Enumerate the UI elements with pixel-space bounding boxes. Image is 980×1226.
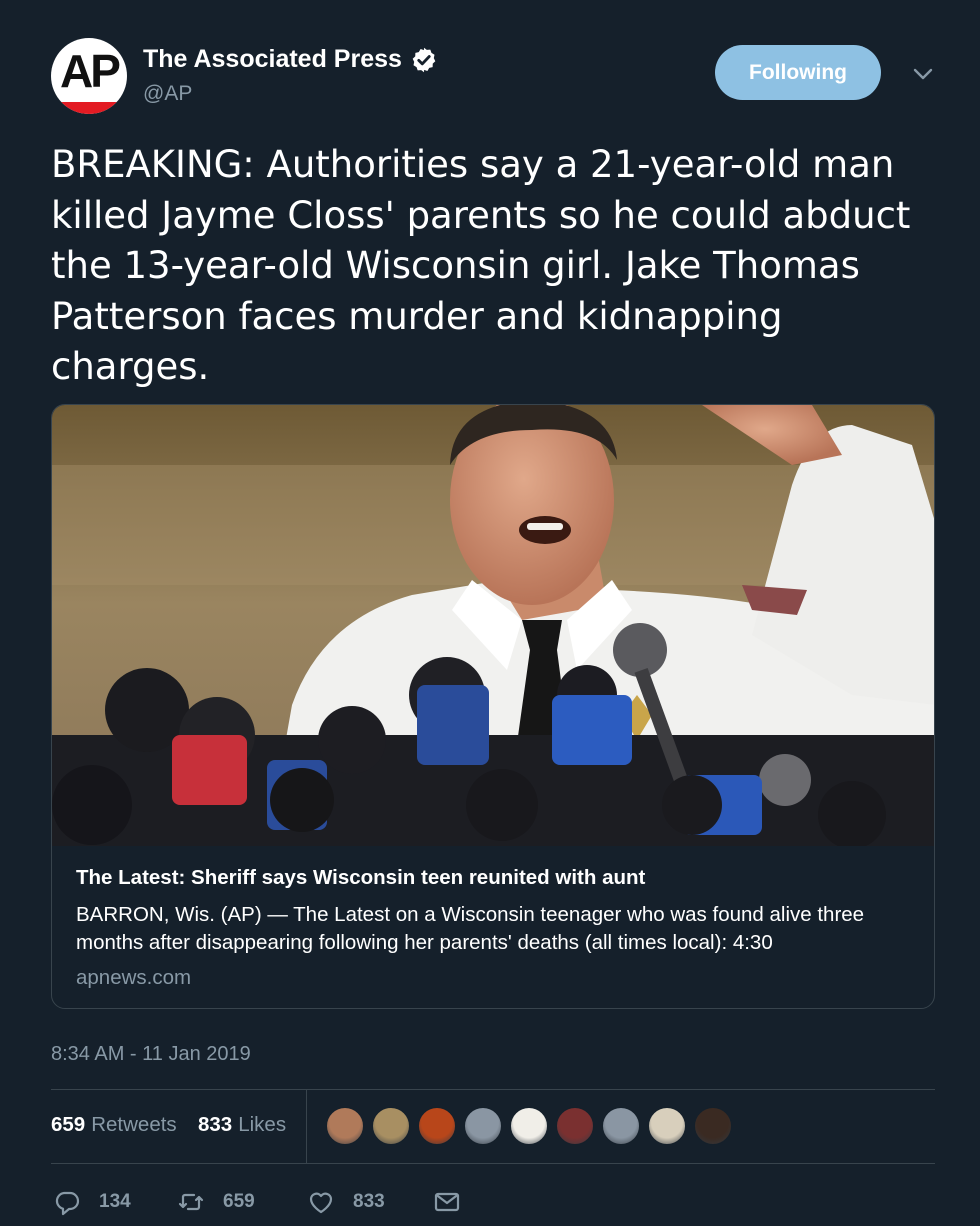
ap-logo: AP	[60, 45, 121, 97]
liker-avatar[interactable]	[418, 1107, 456, 1145]
stats-row: 659 Retweets 833 Likes	[51, 1090, 935, 1163]
author-display-name[interactable]: The Associated Press	[143, 45, 402, 74]
liker-avatar[interactable]	[556, 1107, 594, 1145]
card-title[interactable]: The Latest: Sheriff says Wisconsin teen …	[76, 866, 916, 890]
tweet: AP The Associated Press @AP Following BR…	[0, 0, 980, 1226]
like-button[interactable]: 833	[307, 1180, 385, 1224]
direct-message-button[interactable]	[433, 1180, 479, 1224]
ap-logo-red-bar	[51, 102, 127, 114]
retweets-label: Retweets	[91, 1113, 177, 1136]
tweet-text: BREAKING: Authorities say a 21-year-old …	[51, 143, 911, 388]
author-avatar[interactable]: AP	[51, 38, 127, 114]
stats-divider	[306, 1090, 307, 1163]
retweet-button[interactable]: 659	[177, 1180, 255, 1224]
liker-avatar[interactable]	[510, 1107, 548, 1145]
liker-avatar[interactable]	[372, 1107, 410, 1145]
chevron-down-icon[interactable]	[908, 62, 938, 86]
likes-label: Likes	[238, 1113, 287, 1136]
liker-avatar[interactable]	[648, 1107, 686, 1145]
card-domain: apnews.com	[76, 966, 192, 989]
liker-avatar[interactable]	[694, 1107, 732, 1145]
like-count: 833	[353, 1191, 385, 1212]
retweets-stat[interactable]: 659 Retweets	[51, 1113, 177, 1137]
author-handle[interactable]: @AP	[143, 82, 192, 106]
verified-badge-icon	[412, 47, 436, 72]
author-name-row[interactable]: The Associated Press	[143, 45, 438, 74]
liker-avatar[interactable]	[602, 1107, 640, 1145]
card-description: BARRON, Wis. (AP) — The Latest on a Wisc…	[76, 903, 865, 954]
card-image[interactable]	[52, 405, 935, 846]
reply-icon	[55, 1191, 80, 1216]
likes-stat[interactable]: 833 Likes	[198, 1113, 286, 1137]
reply-count: 134	[99, 1191, 131, 1212]
action-bar: 134 659 833	[51, 1180, 935, 1224]
reply-button[interactable]: 134	[53, 1180, 131, 1224]
retweets-count: 659	[51, 1113, 86, 1136]
likes-count: 833	[198, 1113, 233, 1136]
tweet-timestamp[interactable]: 8:34 AM - 11 Jan 2019	[51, 1043, 251, 1066]
divider	[51, 1163, 935, 1164]
liker-avatar[interactable]	[464, 1107, 502, 1145]
liker-avatar[interactable]	[326, 1107, 364, 1145]
link-card[interactable]: The Latest: Sheriff says Wisconsin teen …	[51, 404, 935, 1009]
heart-icon	[309, 1192, 333, 1214]
retweet-icon	[178, 1193, 204, 1211]
following-button[interactable]: Following	[715, 45, 881, 100]
retweet-count: 659	[223, 1191, 255, 1212]
envelope-icon	[434, 1192, 460, 1212]
